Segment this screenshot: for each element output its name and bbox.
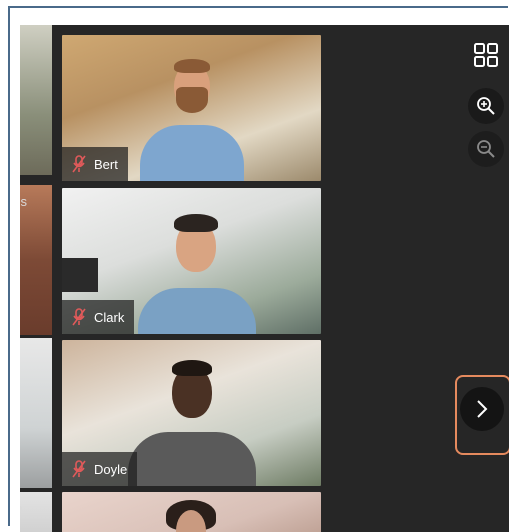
- background-tv: [62, 258, 98, 292]
- participant-tile-bert[interactable]: Bert: [62, 35, 321, 181]
- microphone-muted-icon: [72, 308, 86, 326]
- meeting-window: en nris an lyn: [8, 6, 508, 526]
- participant-label: Doyle: [62, 452, 137, 486]
- left-participant-name: nris: [20, 194, 27, 209]
- grid-view-button[interactable]: [468, 37, 504, 73]
- participant-label: Bert: [62, 147, 128, 181]
- participant-video: [166, 500, 216, 532]
- left-participant-tile[interactable]: lyn: [20, 492, 52, 532]
- participant-video: [132, 53, 252, 181]
- video-stage: en nris an lyn: [20, 25, 509, 532]
- left-participant-strip: en nris an lyn: [20, 25, 52, 532]
- zoom-in-icon: [476, 96, 496, 116]
- left-participant-name: lyn: [20, 501, 23, 516]
- left-participant-tile[interactable]: en: [20, 25, 52, 175]
- left-participant-tile[interactable]: an: [20, 338, 52, 488]
- grid-view-icon: [472, 41, 500, 69]
- chevron-right-icon: [473, 398, 491, 420]
- zoom-out-icon: [476, 139, 496, 159]
- participant-label: Clark: [62, 300, 134, 334]
- left-participant-tile[interactable]: nris: [20, 185, 52, 335]
- participant-name: Bert: [94, 157, 118, 172]
- participant-tile-doyle[interactable]: Doyle: [62, 340, 321, 486]
- participant-name: Doyle: [94, 462, 127, 477]
- microphone-muted-icon: [72, 155, 86, 173]
- participant-video: [122, 350, 262, 486]
- participant-name: Clark: [94, 310, 124, 325]
- zoom-in-button[interactable]: [468, 88, 504, 124]
- next-page-button[interactable]: [460, 387, 504, 431]
- participant-video: [132, 206, 262, 334]
- participant-tile-clark[interactable]: Clark: [62, 188, 321, 334]
- zoom-out-button[interactable]: [468, 131, 504, 167]
- microphone-muted-icon: [72, 460, 86, 478]
- participant-tile-partial[interactable]: [62, 492, 321, 532]
